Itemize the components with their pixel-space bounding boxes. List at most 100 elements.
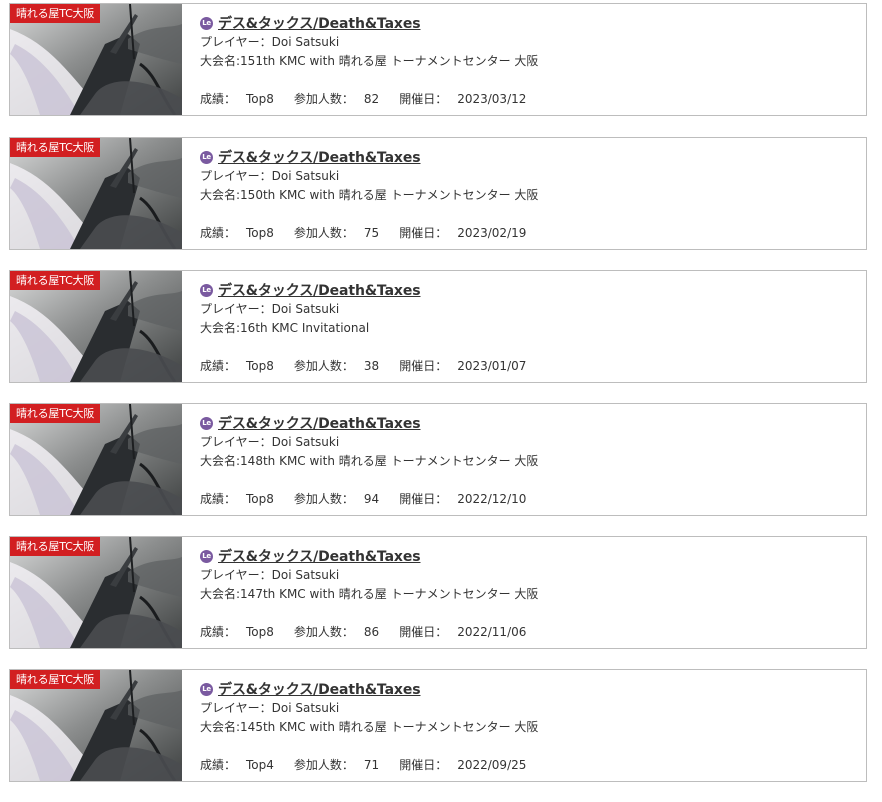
- legacy-format-icon: Le: [200, 16, 213, 30]
- event-label: 大会名:: [200, 188, 241, 202]
- title-row: Le デス&タックス/Death&Taxes: [200, 679, 858, 699]
- deck-name-link[interactable]: デス&タックス/Death&Taxes: [218, 13, 421, 33]
- deck-thumbnail[interactable]: 晴れる屋TC大阪: [10, 404, 182, 515]
- title-row: Le デス&タックス/Death&Taxes: [200, 280, 858, 300]
- event-tag: 晴れる屋TC大阪: [10, 4, 101, 23]
- event-line: 大会名:148th KMC with 晴れる屋 トーナメントセンター 大阪: [200, 452, 858, 471]
- event-label: 大会名:: [200, 720, 241, 734]
- deck-result-card[interactable]: 晴れる屋TC大阪 Le デス&タックス/Death&Taxes プレイヤー：Do…: [9, 669, 867, 782]
- date-text: 開催日： 2023/01/07: [399, 359, 527, 373]
- result-text: 成績： Top8: [200, 492, 274, 506]
- deck-result-list: 晴れる屋TC大阪 Le デス&タックス/Death&Taxes プレイヤー：Do…: [0, 0, 882, 802]
- date-text: 開催日： 2022/11/06: [399, 625, 527, 639]
- event-name: 148th KMC with 晴れる屋 トーナメントセンター 大阪: [240, 454, 539, 468]
- player-line: プレイヤー：Doi Satsuki: [200, 433, 858, 452]
- deck-thumbnail[interactable]: 晴れる屋TC大阪: [10, 4, 182, 115]
- event-label: 大会名:: [200, 321, 241, 335]
- event-line: 大会名:145th KMC with 晴れる屋 トーナメントセンター 大阪: [200, 718, 858, 737]
- date-text: 開催日： 2022/12/10: [399, 492, 527, 506]
- legacy-format-icon: Le: [200, 682, 213, 696]
- stats-line: 成績： Top8 参加人数： 82 開催日： 2023/03/12: [200, 90, 858, 109]
- event-name: 147th KMC with 晴れる屋 トーナメントセンター 大阪: [240, 587, 539, 601]
- player-name: Doi Satsuki: [271, 302, 340, 316]
- event-name: 145th KMC with 晴れる屋 トーナメントセンター 大阪: [240, 720, 539, 734]
- stats-line: 成績： Top8 参加人数： 38 開催日： 2023/01/07: [200, 357, 858, 376]
- result-text: 成績： Top8: [200, 625, 274, 639]
- deck-name-link[interactable]: デス&タックス/Death&Taxes: [218, 546, 421, 566]
- event-name: 150th KMC with 晴れる屋 トーナメントセンター 大阪: [240, 188, 539, 202]
- legacy-format-icon: Le: [200, 283, 213, 297]
- player-name: Doi Satsuki: [271, 701, 340, 715]
- deck-info: Le デス&タックス/Death&Taxes プレイヤー：Doi Satsuki…: [200, 413, 858, 509]
- title-row: Le デス&タックス/Death&Taxes: [200, 413, 858, 433]
- event-label: 大会名:: [200, 587, 241, 601]
- title-row: Le デス&タックス/Death&Taxes: [200, 13, 858, 33]
- player-label: プレイヤー：: [200, 169, 272, 183]
- deck-info: Le デス&タックス/Death&Taxes プレイヤー：Doi Satsuki…: [200, 546, 858, 642]
- deck-name-link[interactable]: デス&タックス/Death&Taxes: [218, 280, 421, 300]
- deck-result-card[interactable]: 晴れる屋TC大阪 Le デス&タックス/Death&Taxes プレイヤー：Do…: [9, 403, 867, 516]
- player-label: プレイヤー：: [200, 701, 272, 715]
- event-line: 大会名:147th KMC with 晴れる屋 トーナメントセンター 大阪: [200, 585, 858, 604]
- deck-info: Le デス&タックス/Death&Taxes プレイヤー：Doi Satsuki…: [200, 280, 858, 376]
- player-line: プレイヤー：Doi Satsuki: [200, 167, 858, 186]
- stats-line: 成績： Top8 参加人数： 94 開催日： 2022/12/10: [200, 490, 858, 509]
- participants-text: 参加人数： 38: [293, 359, 380, 373]
- participants-text: 参加人数： 71: [293, 758, 380, 772]
- player-label: プレイヤー：: [200, 435, 272, 449]
- stats-line: 成績： Top8 参加人数： 86 開催日： 2022/11/06: [200, 623, 858, 642]
- participants-text: 参加人数： 86: [293, 625, 380, 639]
- deck-name-link[interactable]: デス&タックス/Death&Taxes: [218, 679, 421, 699]
- deck-info: Le デス&タックス/Death&Taxes プレイヤー：Doi Satsuki…: [200, 679, 858, 775]
- event-line: 大会名:151th KMC with 晴れる屋 トーナメントセンター 大阪: [200, 52, 858, 71]
- player-label: プレイヤー：: [200, 568, 272, 582]
- player-name: Doi Satsuki: [271, 35, 340, 49]
- result-text: 成績： Top8: [200, 92, 274, 106]
- title-row: Le デス&タックス/Death&Taxes: [200, 147, 858, 167]
- event-line: 大会名:150th KMC with 晴れる屋 トーナメントセンター 大阪: [200, 186, 858, 205]
- player-line: プレイヤー：Doi Satsuki: [200, 300, 858, 319]
- deck-result-card[interactable]: 晴れる屋TC大阪 Le デス&タックス/Death&Taxes プレイヤー：Do…: [9, 270, 867, 383]
- event-tag: 晴れる屋TC大阪: [10, 404, 101, 423]
- event-tag: 晴れる屋TC大阪: [10, 138, 101, 157]
- legacy-format-icon: Le: [200, 416, 213, 430]
- legacy-format-icon: Le: [200, 150, 213, 164]
- legacy-format-icon: Le: [200, 549, 213, 563]
- event-line: 大会名:16th KMC Invitational: [200, 319, 858, 338]
- event-name: 16th KMC Invitational: [240, 321, 370, 335]
- date-text: 開催日： 2023/03/12: [399, 92, 527, 106]
- event-tag: 晴れる屋TC大阪: [10, 670, 101, 689]
- event-label: 大会名:: [200, 454, 241, 468]
- result-text: 成績： Top8: [200, 226, 274, 240]
- event-tag: 晴れる屋TC大阪: [10, 537, 101, 556]
- participants-text: 参加人数： 82: [293, 92, 380, 106]
- result-text: 成績： Top4: [200, 758, 274, 772]
- date-text: 開催日： 2022/09/25: [399, 758, 527, 772]
- event-name: 151th KMC with 晴れる屋 トーナメントセンター 大阪: [240, 54, 539, 68]
- deck-thumbnail[interactable]: 晴れる屋TC大阪: [10, 271, 182, 382]
- player-line: プレイヤー：Doi Satsuki: [200, 33, 858, 52]
- player-label: プレイヤー：: [200, 302, 272, 316]
- player-line: プレイヤー：Doi Satsuki: [200, 566, 858, 585]
- event-tag: 晴れる屋TC大阪: [10, 271, 101, 290]
- title-row: Le デス&タックス/Death&Taxes: [200, 546, 858, 566]
- deck-name-link[interactable]: デス&タックス/Death&Taxes: [218, 413, 421, 433]
- stats-line: 成績： Top8 参加人数： 75 開催日： 2023/02/19: [200, 224, 858, 243]
- stats-line: 成績： Top4 参加人数： 71 開催日： 2022/09/25: [200, 756, 858, 775]
- deck-result-card[interactable]: 晴れる屋TC大阪 Le デス&タックス/Death&Taxes プレイヤー：Do…: [9, 137, 867, 250]
- deck-result-card[interactable]: 晴れる屋TC大阪 Le デス&タックス/Death&Taxes プレイヤー：Do…: [9, 536, 867, 649]
- player-name: Doi Satsuki: [271, 169, 340, 183]
- result-text: 成績： Top8: [200, 359, 274, 373]
- player-name: Doi Satsuki: [271, 435, 340, 449]
- deck-info: Le デス&タックス/Death&Taxes プレイヤー：Doi Satsuki…: [200, 13, 858, 109]
- player-label: プレイヤー：: [200, 35, 272, 49]
- deck-thumbnail[interactable]: 晴れる屋TC大阪: [10, 138, 182, 249]
- deck-result-card[interactable]: 晴れる屋TC大阪 Le デス&タックス/Death&Taxes プレイヤー：Do…: [9, 3, 867, 116]
- player-name: Doi Satsuki: [271, 568, 340, 582]
- deck-info: Le デス&タックス/Death&Taxes プレイヤー：Doi Satsuki…: [200, 147, 858, 243]
- deck-name-link[interactable]: デス&タックス/Death&Taxes: [218, 147, 421, 167]
- participants-text: 参加人数： 94: [293, 492, 380, 506]
- deck-thumbnail[interactable]: 晴れる屋TC大阪: [10, 670, 182, 781]
- deck-thumbnail[interactable]: 晴れる屋TC大阪: [10, 537, 182, 648]
- event-label: 大会名:: [200, 54, 241, 68]
